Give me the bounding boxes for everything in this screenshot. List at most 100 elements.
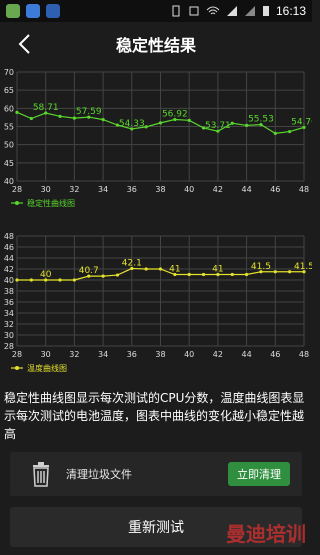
back-button[interactable] — [12, 32, 36, 56]
data-label: 41 — [169, 265, 180, 275]
data-label: 54.33 — [119, 119, 145, 129]
settings-icon — [46, 4, 60, 18]
y-tick-label: 36 — [4, 298, 14, 307]
y-tick-label: 55 — [4, 123, 14, 132]
temperature-chart: 28 30 32 34 36 38 40 42 44 46 48 28 30 32 34 36 38 40 42 44… — [0, 230, 312, 378]
battery-icon — [262, 6, 269, 16]
data-point — [29, 278, 33, 282]
status-bar: 16:13 — [0, 0, 312, 22]
signal2-icon — [244, 6, 255, 16]
data-label: 57.59 — [76, 107, 102, 117]
x-tick-label: 38 — [155, 350, 165, 359]
data-point — [101, 274, 105, 278]
clean-card: 清理垃圾文件 立即清理 — [10, 452, 302, 496]
data-point — [201, 272, 206, 277]
data-point — [158, 267, 163, 271]
legend-label: 稳定性曲线图 — [27, 198, 75, 208]
x-tick-label: 46 — [270, 350, 280, 359]
description-text: 稳定性曲线图显示每次测试的CPU分数，温度曲线图表显示每次测试的电池温度，图表中… — [4, 391, 305, 441]
x-tick-label: 44 — [242, 350, 252, 359]
data-point — [273, 131, 277, 136]
y-tick-label: 60 — [4, 104, 14, 113]
y-tick-label: 38 — [4, 287, 14, 296]
y-tick-label: 32 — [4, 320, 14, 329]
legend-marker — [15, 366, 19, 370]
data-label: 41.5 — [294, 262, 312, 272]
data-point — [144, 125, 148, 129]
legend-marker — [15, 201, 19, 205]
x-tick-label: 42 — [213, 350, 223, 359]
x-tick-label: 42 — [213, 185, 223, 194]
data-point — [15, 110, 19, 114]
data-point — [187, 118, 191, 122]
data-point — [245, 272, 249, 277]
data-label: 42.1 — [122, 258, 142, 268]
data-point — [187, 272, 191, 277]
data-label: 53.71 — [205, 121, 231, 131]
data-label: 55.53 — [248, 115, 274, 125]
x-tick-label: 48 — [299, 350, 309, 359]
x-tick-label: 30 — [41, 350, 51, 359]
data-point — [288, 129, 292, 134]
x-tick-label: 32 — [69, 350, 79, 359]
x-tick-label: 34 — [98, 185, 108, 194]
chevron-left-icon — [18, 34, 30, 54]
data-label: 56.92 — [162, 110, 188, 120]
x-tick-label: 28 — [12, 185, 22, 194]
x-tick-label: 46 — [270, 185, 280, 194]
status-left — [6, 4, 60, 18]
data-point — [29, 116, 33, 121]
data-point — [101, 117, 105, 122]
data-label: 54.76 — [291, 117, 312, 127]
data-point — [58, 114, 62, 118]
data-point — [230, 272, 234, 277]
y-tick-label: 44 — [4, 254, 14, 263]
status-right: 16:13 — [170, 4, 306, 18]
x-tick-label: 34 — [98, 350, 108, 359]
x-tick-label: 48 — [299, 185, 309, 194]
page-title: 稳定性结果 — [115, 38, 196, 55]
x-tick-label: 40 — [184, 185, 194, 194]
retest-button[interactable]: 重新测试 — [10, 507, 302, 547]
y-tick-label: 30 — [4, 331, 14, 340]
nfc-icon — [189, 6, 199, 16]
x-tick-label: 36 — [127, 185, 137, 194]
stability-chart: 40 45 50 55 60 65 70 28 30 32 34 36 38 40 42 44 46 48 58.7… — [0, 66, 312, 228]
y-tick-label: 46 — [4, 243, 14, 252]
clean-label: 清理垃圾文件 — [66, 468, 132, 481]
data-point — [158, 121, 163, 125]
x-tick-label: 44 — [242, 185, 252, 194]
data-label: 41.5 — [251, 262, 271, 272]
y-tick-label: 48 — [4, 232, 14, 241]
trash-icon — [33, 462, 49, 487]
data-label: 41 — [212, 265, 223, 275]
data-point — [115, 273, 120, 277]
x-tick-label: 40 — [184, 350, 194, 359]
y-tick-label: 45 — [4, 159, 14, 168]
data-point — [230, 121, 234, 125]
title-bar: 稳定性结果 — [0, 22, 312, 66]
data-point — [144, 267, 148, 271]
data-label: 40.7 — [79, 266, 99, 276]
signal-icon — [226, 6, 237, 16]
data-point — [273, 270, 277, 274]
y-tick-label: 42 — [4, 265, 14, 274]
photo-icon — [26, 4, 40, 18]
legend-label: 温度曲线图 — [27, 363, 67, 373]
x-tick-label: 38 — [155, 185, 165, 194]
data-point — [15, 278, 19, 282]
data-point — [72, 278, 76, 282]
x-tick-label: 28 — [12, 350, 22, 359]
y-tick-label: 65 — [4, 86, 14, 95]
y-tick-label: 50 — [4, 141, 14, 150]
data-point — [58, 278, 62, 282]
x-tick-label: 36 — [127, 350, 137, 359]
clean-now-button[interactable]: 立即清理 — [228, 462, 290, 486]
android-icon — [6, 4, 20, 18]
y-tick-label: 34 — [4, 309, 14, 318]
temperature-chart-svg: 283032343638404244464828 30 32 34 36 38 40 42 44… — [4, 232, 312, 373]
y-tick-label: 70 — [4, 68, 14, 77]
y-tick-label: 40 — [4, 276, 14, 285]
data-point — [288, 270, 292, 274]
data-label: 40 — [40, 270, 52, 280]
